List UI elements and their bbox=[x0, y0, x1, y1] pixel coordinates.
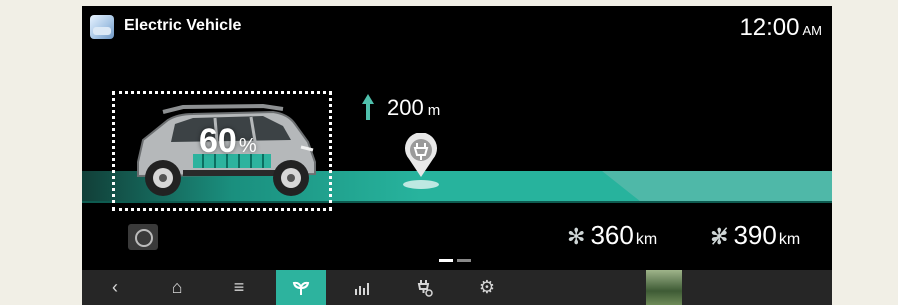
up-arrow-icon bbox=[362, 94, 374, 120]
clock: 12:00 AM bbox=[739, 14, 822, 42]
charging-plug-icon bbox=[417, 279, 433, 297]
battery-percent-value: 60 bbox=[199, 122, 237, 160]
clock-ampm: AM bbox=[802, 23, 823, 38]
back-icon: ‹ bbox=[112, 277, 118, 297]
range-unit: km bbox=[635, 231, 658, 248]
menu-button[interactable]: ≡ bbox=[214, 270, 264, 305]
menu-icon: ≡ bbox=[233, 277, 245, 297]
page-dot-active[interactable] bbox=[439, 259, 453, 262]
clock-time: 12:00 bbox=[739, 14, 800, 41]
battery-percent: 60% bbox=[199, 122, 257, 161]
fan-icon: ✻ bbox=[567, 224, 586, 249]
route-band-highlight bbox=[602, 171, 832, 202]
page-indicator bbox=[439, 259, 471, 262]
bar-chart-icon bbox=[355, 282, 369, 295]
back-button[interactable]: ‹ bbox=[90, 270, 140, 305]
ev-app-icon[interactable] bbox=[90, 15, 114, 39]
vehicle-battery-card[interactable]: 60% bbox=[112, 91, 332, 211]
charging-station-pin-icon[interactable] bbox=[403, 133, 439, 177]
sprout-icon bbox=[292, 281, 310, 295]
range-with-climate: ✻ 360 km bbox=[567, 220, 657, 251]
page-title: Electric Vehicle bbox=[124, 17, 242, 34]
range-value: 360 bbox=[590, 220, 634, 250]
charging-tab[interactable] bbox=[400, 270, 450, 305]
distance-unit: m bbox=[427, 102, 441, 119]
range-value: 390 bbox=[733, 220, 777, 250]
bottom-nav-bar: ‹ ⌂ ≡ ⚙ bbox=[82, 270, 832, 305]
pin-shadow bbox=[403, 180, 439, 189]
home-icon: ⌂ bbox=[171, 277, 183, 297]
home-button[interactable]: ⌂ bbox=[152, 270, 202, 305]
fan-off-icon: ✻̸ bbox=[710, 224, 729, 249]
media-disc-button[interactable] bbox=[128, 224, 158, 250]
gear-icon: ⚙ bbox=[478, 277, 496, 297]
distance-value: 200 bbox=[387, 95, 424, 120]
media-thumbnail[interactable] bbox=[646, 270, 682, 305]
battery-percent-unit: % bbox=[238, 135, 257, 157]
settings-tab[interactable]: ⚙ bbox=[462, 270, 512, 305]
page-dot[interactable] bbox=[457, 259, 471, 262]
range-without-climate: ✻̸ 390 km bbox=[710, 220, 800, 251]
energy-stats-tab[interactable] bbox=[338, 270, 388, 305]
disc-icon bbox=[135, 229, 153, 247]
ev-screen: Electric Vehicle 12:00 AM 60% 200 m ✻ 36… bbox=[82, 6, 832, 270]
eco-tab[interactable] bbox=[276, 270, 326, 305]
navigation-distance: 200 m bbox=[387, 95, 440, 121]
range-unit: km bbox=[778, 231, 801, 248]
